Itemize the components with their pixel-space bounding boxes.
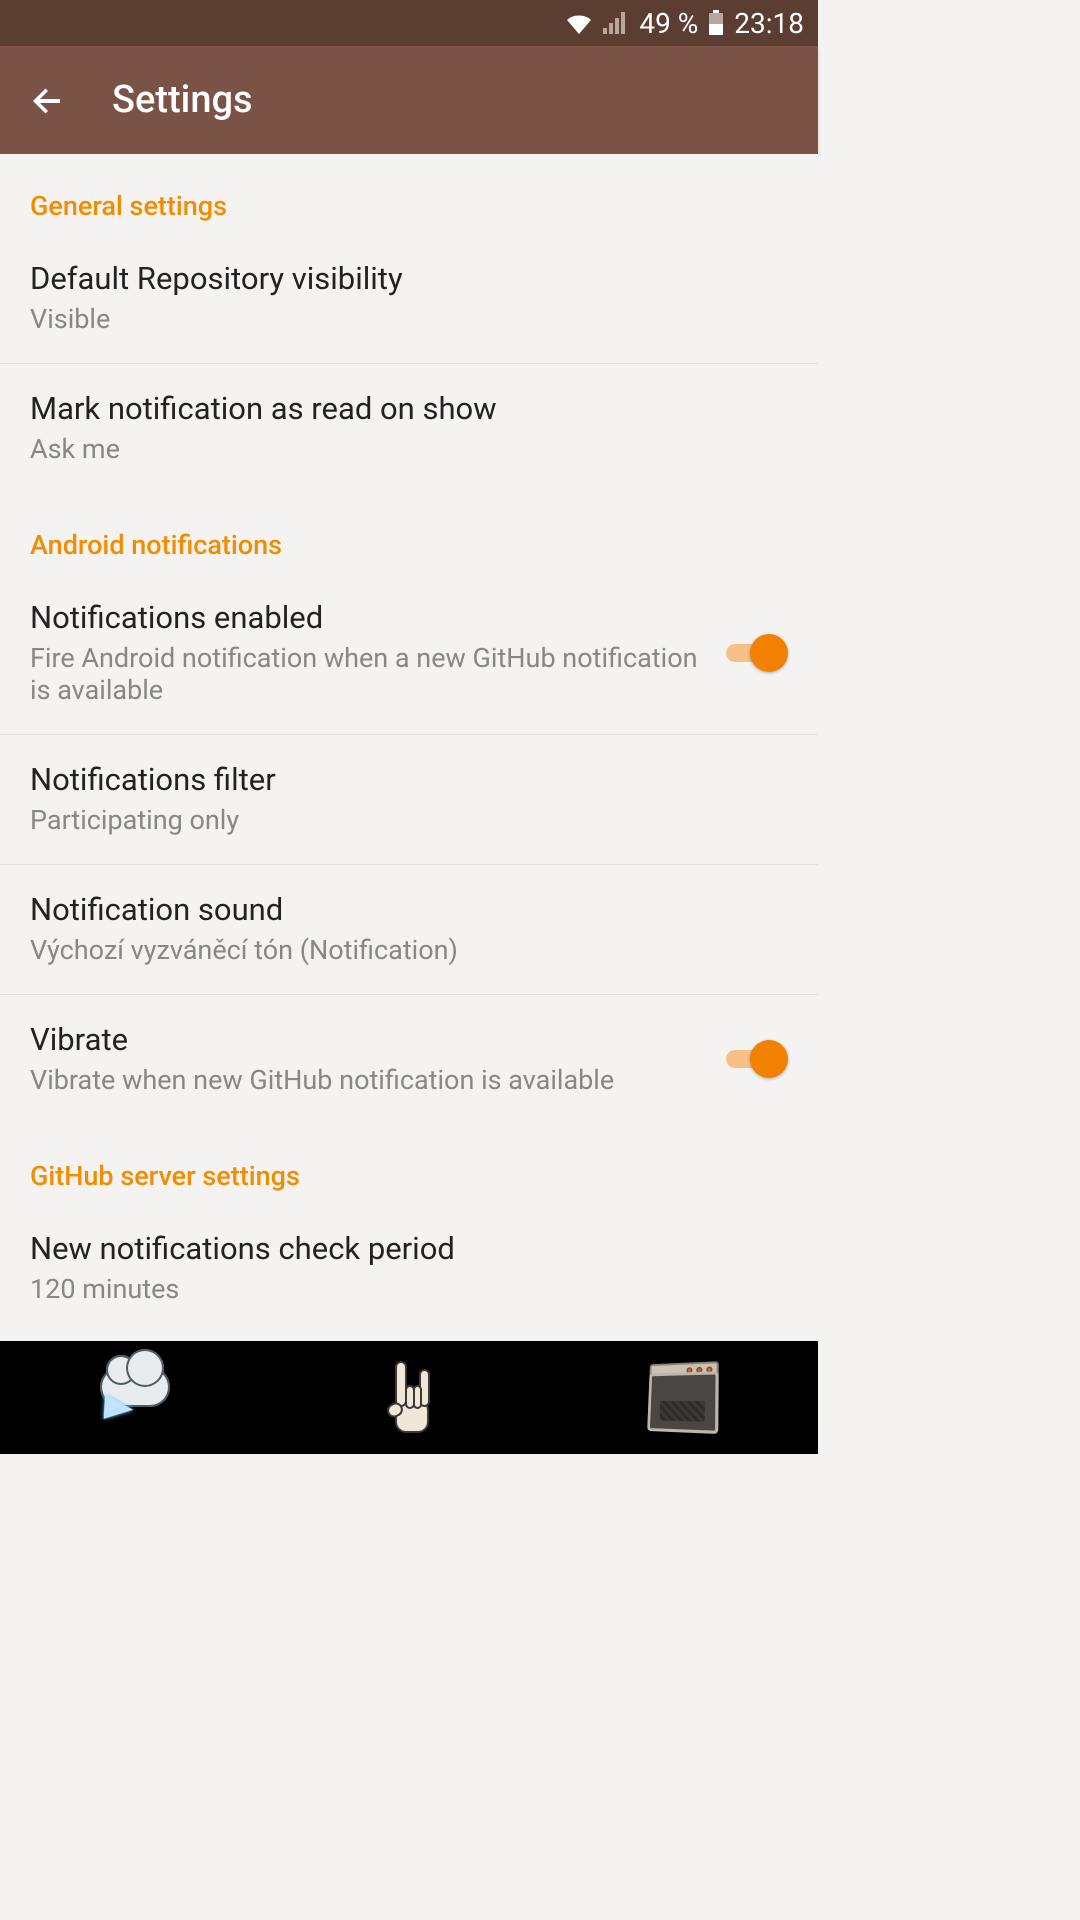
system-nav-bar [0,1341,818,1454]
settings-list[interactable]: General settings Default Repository visi… [0,154,818,1341]
pref-default-repo-visibility[interactable]: Default Repository visibility Visible [0,234,818,364]
battery-icon [708,10,724,36]
pref-vibrate[interactable]: Vibrate Vibrate when new GitHub notifica… [0,995,818,1124]
section-header-server: GitHub server settings [0,1124,818,1204]
pref-title: Notification sound [30,891,788,928]
pref-subtitle: Fire Android notification when a new Git… [30,642,706,706]
pref-subtitle: Výchozí vyzváněcí tón (Notification) [30,934,788,966]
battery-percent: 49 % [639,7,698,40]
arrow-left-icon [30,82,66,118]
section-header-general: General settings [0,154,818,234]
amp-icon [645,1361,721,1436]
back-button[interactable] [24,76,72,124]
pref-title: Mark notification as read on show [30,390,788,427]
nav-home-button[interactable] [364,1358,454,1438]
nav-back-button[interactable] [91,1358,181,1438]
status-bar: 49 % 23:18 [0,0,818,46]
pref-mark-read-on-show[interactable]: Mark notification as read on show Ask me [0,364,818,493]
rock-hand-icon [374,1356,444,1440]
wifi-icon [565,12,593,34]
page-title: Settings [112,78,253,122]
pref-subtitle: Participating only [30,804,788,836]
switch-thumb [750,634,788,672]
pref-title: Default Repository visibility [30,260,788,297]
pref-title: New notifications check period [30,1230,788,1267]
pref-title: Vibrate [30,1021,706,1058]
cloud-lightning-icon [92,1363,180,1433]
pref-notifications-filter[interactable]: Notifications filter Participating only [0,735,818,865]
cell-signal-icon [603,12,629,34]
section-header-android: Android notifications [0,493,818,573]
pref-subtitle: 120 minutes [30,1273,788,1305]
pref-notifications-enabled[interactable]: Notifications enabled Fire Android notif… [0,573,818,735]
pref-check-period[interactable]: New notifications check period 120 minut… [0,1204,818,1305]
switch-vibrate[interactable] [726,1040,788,1078]
switch-thumb [750,1040,788,1078]
pref-title: Notifications enabled [30,599,706,636]
app-bar: Settings [0,46,818,154]
pref-subtitle: Visible [30,303,788,335]
pref-subtitle: Ask me [30,433,788,465]
nav-recents-button[interactable] [637,1358,727,1438]
switch-notifications-enabled[interactable] [726,634,788,672]
pref-notification-sound[interactable]: Notification sound Výchozí vyzváněcí tón… [0,865,818,995]
pref-subtitle: Vibrate when new GitHub notification is … [30,1064,706,1096]
status-time: 23:18 [734,7,804,40]
pref-title: Notifications filter [30,761,788,798]
